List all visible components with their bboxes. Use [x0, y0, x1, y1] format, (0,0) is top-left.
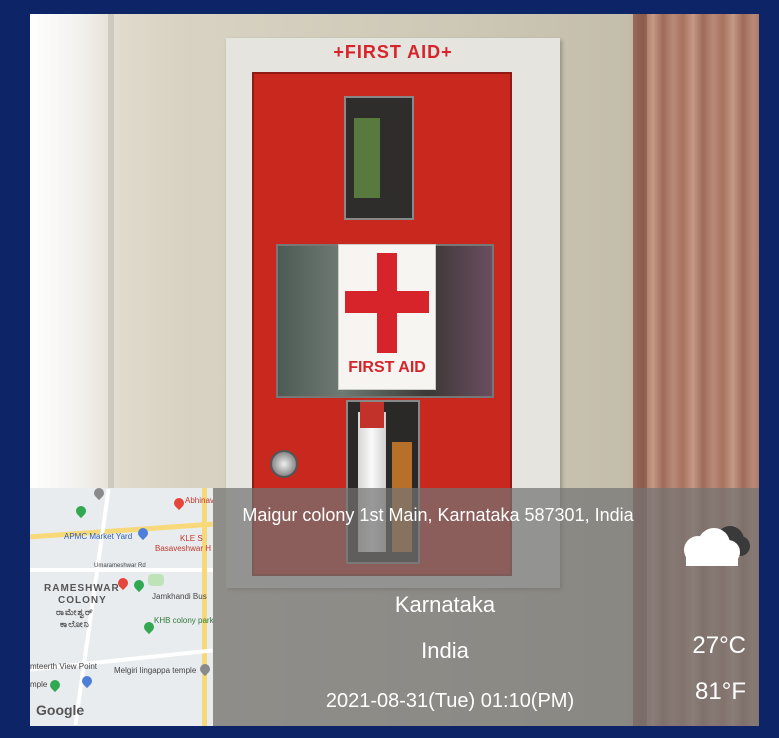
- map-park: [148, 574, 164, 586]
- map-pin-icon: [197, 661, 213, 677]
- map-label: COLONY: [58, 595, 107, 606]
- map-label: KLE S: [180, 534, 203, 543]
- map-label: APMC Market Yard: [64, 532, 133, 541]
- map-label: ಕಾಲೋನಿ: [60, 619, 90, 629]
- region-text: Karnataka: [394, 592, 496, 617]
- cloudy-icon: [684, 526, 750, 566]
- map-label: Umarameshwar Rd: [94, 563, 146, 569]
- temperature-fahrenheit: 81°F: [695, 678, 746, 705]
- cross-panel-label: FIRST AID: [348, 359, 426, 376]
- map-label: Abhinav: [185, 496, 213, 505]
- temperature-celsius: 27°C: [692, 632, 746, 659]
- address-text: Maigur colony 1st Main, Karnataka 587301…: [242, 505, 634, 525]
- country-text: India: [421, 638, 469, 663]
- map-label: Jamkhandi Bus: [152, 592, 207, 601]
- map-label: mteerth View Point: [30, 662, 97, 671]
- map-pin-icon: [91, 488, 107, 501]
- spray-cap: [360, 402, 384, 428]
- google-logo: Google: [36, 702, 85, 718]
- map-pin-icon: [73, 503, 89, 519]
- cabinet-header: +FIRST AID+: [333, 42, 453, 62]
- top-window: [344, 96, 414, 220]
- map-label: ರಾಮೇಶ್ವರ್: [56, 607, 94, 617]
- map-label: Basaveshwar H: [155, 544, 212, 553]
- red-cross-bar: [345, 291, 429, 313]
- green-box: [354, 118, 380, 198]
- map-label: RAMESHWAR: [44, 583, 120, 594]
- map-label: Melgiri lingappa temple: [114, 666, 197, 675]
- lock-icon: [270, 450, 298, 478]
- red-cross-panel: FIRST AID: [338, 244, 436, 390]
- map-label: KHB colony park: [154, 616, 213, 625]
- map-pin-icon: [47, 677, 63, 693]
- map-pin-icon: [171, 495, 187, 511]
- map-thumbnail[interactable]: Abhinav APMC Market Yard KLE S Basaveshw…: [30, 488, 213, 726]
- map-pin-icon: [131, 577, 147, 593]
- map-label: mple: [30, 680, 48, 689]
- map-road: [202, 488, 207, 726]
- datetime-text: 2021-08-31(Tue) 01:10(PM): [325, 690, 575, 712]
